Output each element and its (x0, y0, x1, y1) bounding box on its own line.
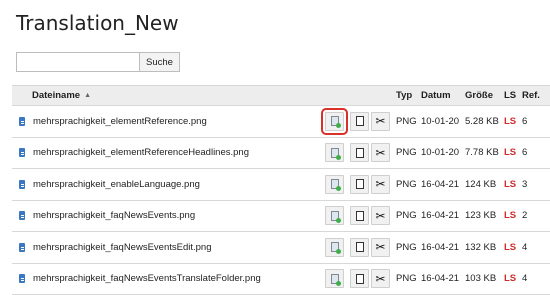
file-table: Dateiname ▲ Typ Datum Größe LS Ref. mehr… (12, 85, 550, 295)
cut-button[interactable]: ✂ (371, 112, 390, 131)
file-icon (19, 117, 25, 126)
cut-button[interactable]: ✂ (371, 238, 390, 257)
file-size: 123 KB (465, 201, 496, 232)
scissors-icon: ✂ (375, 273, 385, 285)
image-icon (331, 116, 339, 126)
table-row: mehrsprachigkeit_faqNewsEventsEdit.png ✂… (12, 232, 550, 264)
copy-icon (356, 116, 364, 126)
scissors-icon: ✂ (375, 147, 385, 159)
copy-icon (356, 211, 364, 221)
edit-image-button[interactable] (325, 238, 344, 257)
scissors-icon: ✂ (375, 241, 385, 253)
copy-button[interactable] (350, 238, 369, 257)
ls-badge[interactable]: LS (504, 169, 516, 200)
file-size: 103 KB (465, 264, 496, 295)
copy-icon (356, 274, 364, 284)
file-size: 7.78 KB (465, 138, 499, 169)
ls-badge[interactable]: LS (504, 106, 516, 137)
image-icon (331, 211, 339, 221)
copy-icon (356, 148, 364, 158)
table-row: mehrsprachigkeit_faqNewsEventsTranslateF… (12, 264, 550, 295)
copy-button[interactable] (350, 269, 369, 288)
cut-button[interactable]: ✂ (371, 269, 390, 288)
file-date: 16-04-21 (421, 232, 459, 263)
ls-badge[interactable]: LS (504, 264, 516, 295)
table-row: mehrsprachigkeit_elementReferenceHeadlin… (12, 138, 550, 170)
scissors-icon: ✂ (375, 115, 385, 127)
image-icon (331, 179, 339, 189)
ref-count[interactable]: 4 (522, 232, 527, 263)
ref-count[interactable]: 6 (522, 138, 527, 169)
image-icon (331, 148, 339, 158)
image-icon (331, 242, 339, 252)
scissors-icon: ✂ (375, 210, 385, 222)
search-button[interactable]: Suche (139, 52, 180, 72)
column-header-size[interactable]: Größe (465, 86, 493, 105)
edit-image-button[interactable] (325, 112, 344, 131)
column-header-name[interactable]: Dateiname ▲ (32, 86, 91, 105)
file-date: 16-04-21 (421, 169, 459, 200)
ref-count[interactable]: 6 (522, 106, 527, 137)
ref-count[interactable]: 4 (522, 264, 527, 295)
ls-badge[interactable]: LS (504, 232, 516, 263)
search-bar: Suche (16, 52, 180, 72)
sort-ascending-icon[interactable]: ▲ (84, 92, 91, 99)
ref-count[interactable]: 3 (522, 169, 527, 200)
file-size: 5.28 KB (465, 106, 499, 137)
copy-button[interactable] (350, 175, 369, 194)
cut-button[interactable]: ✂ (371, 175, 390, 194)
file-name-link[interactable]: mehrsprachigkeit_faqNewsEventsTranslateF… (33, 264, 261, 295)
file-date: 16-04-21 (421, 201, 459, 232)
edit-image-button[interactable] (325, 175, 344, 194)
table-row: mehrsprachigkeit_enableLanguage.png ✂ PN… (12, 169, 550, 201)
column-header-date[interactable]: Datum (421, 86, 451, 105)
file-type: PNG (396, 169, 417, 200)
file-type: PNG (396, 138, 417, 169)
column-header-type[interactable]: Typ (396, 86, 412, 105)
image-icon (331, 274, 339, 284)
file-size: 124 KB (465, 169, 496, 200)
file-name-link[interactable]: mehrsprachigkeit_faqNewsEvents.png (33, 201, 195, 232)
edit-image-button[interactable] (325, 269, 344, 288)
file-type: PNG (396, 232, 417, 263)
table-row: mehrsprachigkeit_faqNewsEvents.png ✂ PNG… (12, 201, 550, 233)
copy-button[interactable] (350, 206, 369, 225)
file-size: 132 KB (465, 232, 496, 263)
file-icon (19, 148, 25, 157)
column-header-ls: LS (504, 86, 516, 105)
search-input[interactable] (16, 52, 139, 72)
file-date: 10-01-20 (421, 106, 459, 137)
file-type: PNG (396, 106, 417, 137)
file-name-link[interactable]: mehrsprachigkeit_elementReferenceHeadlin… (33, 138, 249, 169)
table-header: Dateiname ▲ Typ Datum Größe LS Ref. (12, 86, 550, 106)
copy-icon (356, 242, 364, 252)
copy-button[interactable] (350, 112, 369, 131)
cut-button[interactable]: ✂ (371, 206, 390, 225)
edit-image-button[interactable] (325, 143, 344, 162)
file-icon (19, 211, 25, 220)
file-type: PNG (396, 201, 417, 232)
edit-image-button[interactable] (325, 206, 344, 225)
file-date: 16-04-21 (421, 264, 459, 295)
file-name-link[interactable]: mehrsprachigkeit_elementReference.png (33, 106, 207, 137)
file-type: PNG (396, 264, 417, 295)
ls-badge[interactable]: LS (504, 201, 516, 232)
ls-badge[interactable]: LS (504, 138, 516, 169)
scissors-icon: ✂ (375, 178, 385, 190)
file-name-link[interactable]: mehrsprachigkeit_faqNewsEventsEdit.png (33, 232, 211, 263)
copy-icon (356, 179, 364, 189)
page-title: Translation_New (16, 11, 179, 35)
copy-button[interactable] (350, 143, 369, 162)
file-date: 10-01-20 (421, 138, 459, 169)
ref-count[interactable]: 2 (522, 201, 527, 232)
cut-button[interactable]: ✂ (371, 143, 390, 162)
column-header-ref: Ref. (522, 86, 540, 105)
table-row: mehrsprachigkeit_elementReference.png ✂ … (12, 106, 550, 138)
file-icon (19, 180, 25, 189)
file-icon (19, 243, 25, 252)
file-name-link[interactable]: mehrsprachigkeit_enableLanguage.png (33, 169, 200, 200)
